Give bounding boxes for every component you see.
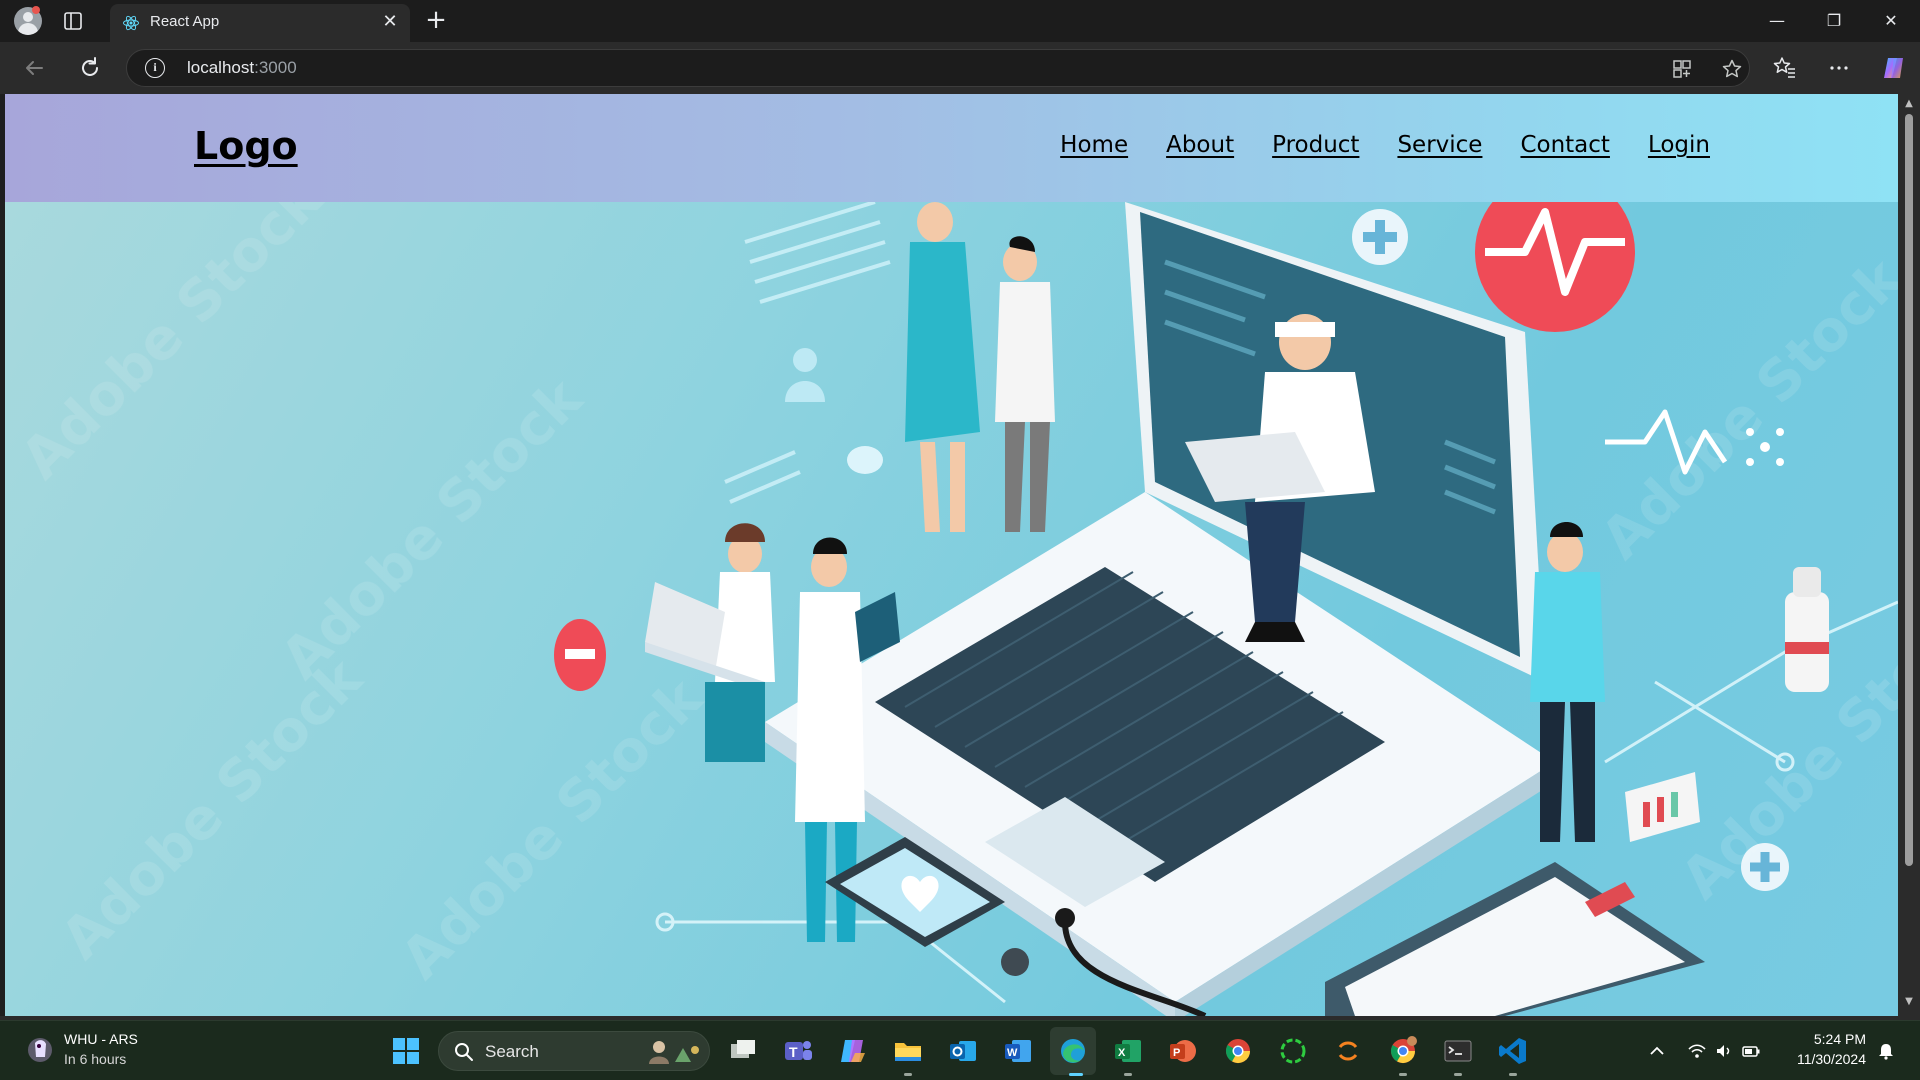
chrome-icon[interactable]: [1222, 1035, 1254, 1067]
notification-bell-icon[interactable]: [1876, 1041, 1896, 1061]
copilot-icon[interactable]: [1880, 54, 1908, 82]
nav-link-service[interactable]: Service: [1397, 132, 1482, 158]
scroll-down-arrow-icon[interactable]: ▼: [1903, 996, 1915, 1008]
nav-link-product[interactable]: Product: [1272, 132, 1359, 158]
taskbar-search[interactable]: Search: [438, 1031, 710, 1071]
svg-text:Adobe Stock: Adobe Stock: [9, 202, 336, 492]
hero-image: Adobe Stock Adobe Stock Adobe Stock Adob…: [5, 202, 1898, 1016]
nav-links: Home About Product Service Contact Login: [1060, 132, 1710, 158]
task-view-icon[interactable]: [727, 1035, 759, 1067]
more-options-icon[interactable]: [1826, 55, 1852, 81]
outlook-icon[interactable]: [947, 1035, 979, 1067]
svg-text:T: T: [789, 1044, 798, 1060]
tab-actions-icon[interactable]: [62, 10, 84, 32]
scroll-thumb[interactable]: [1905, 114, 1913, 866]
browser-toolbar: i localhost:3000: [0, 42, 1920, 94]
site-info-icon[interactable]: i: [145, 58, 165, 78]
svg-text:W: W: [1007, 1047, 1018, 1059]
page-scrollbar[interactable]: ▲ ▼: [1898, 94, 1920, 1016]
widget-title[interactable]: WHU - ARS: [64, 1031, 138, 1047]
windows-taskbar: WHU - ARS In 6 hours Search T W X P 5:24…: [0, 1020, 1920, 1080]
svg-text:Adobe Stock: Adobe Stock: [49, 645, 376, 972]
tab-close-icon[interactable]: ✕: [380, 12, 400, 32]
site-logo[interactable]: Logo: [194, 124, 298, 168]
telemedicine-illustration: Adobe Stock Adobe Stock Adobe Stock Adob…: [9, 202, 1898, 1016]
tab-title: React App: [150, 13, 220, 30]
nav-link-home[interactable]: Home: [1060, 132, 1128, 158]
wifi-icon[interactable]: [1687, 1041, 1707, 1061]
powerpoint-icon[interactable]: P: [1167, 1035, 1199, 1067]
chrome-profile-running-indicator: [1399, 1073, 1407, 1076]
vscode-running-indicator: [1509, 1073, 1517, 1076]
reload-icon[interactable]: [76, 54, 104, 82]
svg-text:Adobe Stock: Adobe Stock: [1589, 245, 1898, 572]
nav-link-about[interactable]: About: [1166, 132, 1234, 158]
restore-button[interactable]: ❐: [1820, 8, 1848, 34]
back-arrow-icon[interactable]: [20, 54, 48, 82]
clock-time[interactable]: 5:24 PM: [1814, 1031, 1866, 1047]
loading-app-icon[interactable]: [1332, 1035, 1364, 1067]
vscode-icon[interactable]: [1497, 1035, 1529, 1067]
file-explorer-icon[interactable]: [892, 1035, 924, 1067]
site-navbar: Logo Home About Product Service Contact …: [5, 94, 1898, 202]
battery-icon[interactable]: [1741, 1041, 1761, 1061]
nav-link-login[interactable]: Login: [1648, 132, 1710, 158]
svg-text:P: P: [1173, 1047, 1180, 1059]
react-icon: [123, 15, 139, 31]
page-viewport: Logo Home About Product Service Contact …: [5, 94, 1898, 1016]
profile-notification-dot: [32, 6, 40, 14]
word-icon[interactable]: W: [1002, 1035, 1034, 1067]
svg-text:X: X: [1118, 1047, 1126, 1059]
search-label: Search: [485, 1042, 539, 1061]
browser-titlebar: React App ✕ + — ❐ ✕: [0, 0, 1920, 42]
premier-league-icon[interactable]: [26, 1035, 54, 1065]
terminal-icon[interactable]: [1442, 1035, 1474, 1067]
volume-icon[interactable]: [1714, 1041, 1734, 1061]
address-bar[interactable]: i localhost:3000: [126, 49, 1750, 87]
circle-app-icon[interactable]: [1277, 1035, 1309, 1067]
search-icon: [455, 1043, 473, 1061]
clock-date[interactable]: 11/30/2024: [1797, 1051, 1866, 1067]
svg-text:Adobe Stock: Adobe Stock: [269, 365, 596, 692]
file-explorer-running-indicator: [904, 1073, 912, 1076]
teams-icon[interactable]: T: [782, 1035, 814, 1067]
url-text[interactable]: localhost:3000: [187, 58, 297, 78]
close-window-button[interactable]: ✕: [1877, 8, 1905, 34]
chrome-profile-icon[interactable]: [1387, 1035, 1419, 1067]
favorite-star-icon[interactable]: [1721, 58, 1743, 80]
favorites-icon[interactable]: [1772, 55, 1798, 81]
edge-icon[interactable]: [1057, 1035, 1089, 1067]
svg-text:Adobe Stock: Adobe Stock: [389, 665, 716, 992]
edge-active-indicator: [1069, 1073, 1083, 1076]
chevron-up-icon[interactable]: [1647, 1041, 1667, 1061]
tab-react-app[interactable]: React App ✕: [110, 4, 410, 42]
minimize-button[interactable]: —: [1763, 8, 1791, 34]
scroll-up-arrow-icon[interactable]: ▲: [1903, 98, 1915, 110]
new-tab-button[interactable]: +: [422, 7, 450, 35]
copilot-app-icon[interactable]: [837, 1035, 869, 1067]
app-available-icon[interactable]: [1671, 58, 1693, 80]
terminal-running-indicator: [1454, 1073, 1462, 1076]
windows-start-icon[interactable]: [392, 1037, 420, 1065]
search-highlight-icon: [649, 1041, 699, 1064]
nav-link-contact[interactable]: Contact: [1520, 132, 1609, 158]
excel-running-indicator: [1124, 1073, 1132, 1076]
excel-icon[interactable]: X: [1112, 1035, 1144, 1067]
widget-subtitle: In 6 hours: [64, 1051, 127, 1067]
